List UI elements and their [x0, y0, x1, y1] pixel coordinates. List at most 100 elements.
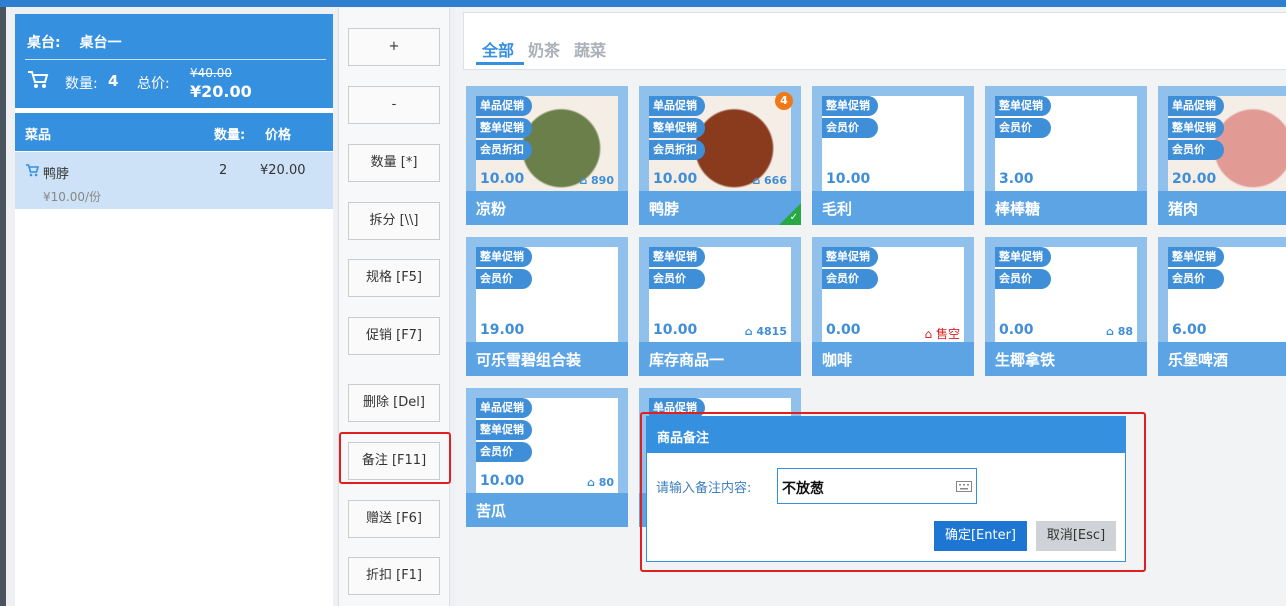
stock-count: ⌂ 4815	[745, 325, 787, 338]
product-name: 库存商品一	[639, 342, 801, 376]
product-name: 可乐雪碧组合装	[466, 342, 628, 376]
note-input[interactable]: 不放葱	[777, 468, 977, 504]
item-price: ¥20.00	[260, 163, 306, 178]
category-tabs: 全部 奶茶 蔬菜	[463, 12, 1286, 70]
promo-tags: 整单促销 会员价	[476, 247, 532, 291]
keyboard-icon[interactable]	[956, 481, 972, 492]
cart-icon	[26, 164, 39, 177]
product-name: 生椰拿铁	[985, 342, 1147, 376]
promo-tags: 整单促销 会员价	[822, 247, 878, 291]
product-price: 20.00	[1172, 171, 1217, 187]
promo-button[interactable]: 促销 [F7]	[348, 317, 440, 355]
item-qty: 2	[219, 163, 228, 178]
order-item-row[interactable]: 鸭脖 2 ¥20.00 ¥10.00/份	[15, 152, 333, 209]
stock-value: 80	[598, 476, 614, 489]
product-card[interactable]: 单品促销 整单促销 会员价 10.00 ⌂ 80 苦瓜	[466, 388, 628, 527]
note-input-value: 不放葱	[782, 481, 824, 497]
table-name: 桌台一	[79, 35, 122, 51]
promo-tag: 整单促销	[476, 118, 532, 138]
stock-count: ⌂ 890	[579, 174, 614, 187]
promo-tag: 会员价	[995, 118, 1051, 138]
tab-milk-tea[interactable]: 奶茶	[528, 37, 560, 61]
stock-value: 890	[591, 174, 614, 187]
stock-count: ⌂ 666	[752, 174, 787, 187]
item-name: 鸭脖	[43, 167, 70, 182]
promo-tag: 会员价	[1168, 269, 1224, 289]
gift-button[interactable]: 赠送 [F6]	[348, 500, 440, 538]
promo-tag: 会员折扣	[649, 140, 705, 160]
promo-tags: 整单促销 会员价	[649, 247, 705, 291]
promo-tag: 单品促销	[476, 398, 532, 418]
minus-button[interactable]: -	[348, 86, 440, 124]
tab-indicator	[476, 62, 524, 65]
product-card[interactable]: 整单促销 会员价 10.00 毛利	[812, 86, 974, 225]
stock-value: 4815	[756, 325, 787, 338]
item-unit-price: ¥10.00/份	[43, 190, 102, 204]
tab-all[interactable]: 全部	[482, 37, 514, 61]
plus-button[interactable]: +	[348, 28, 440, 66]
product-card[interactable]: 整单促销 会员价 10.00 ⌂ 4815 库存商品一	[639, 237, 801, 376]
promo-tags: 单品促销 整单促销 会员折扣	[476, 96, 532, 162]
product-price: 10.00	[653, 322, 698, 338]
product-name: 凉粉	[466, 191, 628, 225]
promo-tag: 会员价	[476, 442, 532, 462]
product-price: 0.00	[999, 322, 1034, 338]
product-name: 乐堡啤酒	[1158, 342, 1286, 376]
promo-tag: 整单促销	[995, 247, 1051, 267]
delete-button[interactable]: 删除 [Del]	[348, 384, 440, 422]
left-edge	[0, 7, 6, 606]
promo-tags: 单品促销整单促销会员价	[476, 398, 532, 464]
product-card[interactable]: 单品促销 整单促销 会员折扣 10.00 ⌂ 666 鸭脖 4 ✓	[639, 86, 801, 225]
qty-value: 4	[108, 72, 119, 90]
stock-value: 88	[1117, 325, 1133, 338]
promo-tags: 单品促销 整单促销 会员折扣	[649, 96, 705, 162]
tab-vegetables[interactable]: 蔬菜	[574, 37, 606, 61]
promo-tag: 整单促销	[649, 247, 705, 267]
promo-tags: 整单促销 会员价	[822, 96, 878, 140]
product-price: 3.00	[999, 171, 1034, 187]
cancel-button[interactable]: 取消[Esc]	[1036, 521, 1116, 551]
discount-button[interactable]: 折扣 [F1]	[348, 557, 440, 595]
product-card[interactable]: 整单促销 会员价 6.00 乐堡啤酒	[1158, 237, 1286, 376]
note-dialog: 商品备注 请输入备注内容: 不放葱 确定[Enter] 取消[Esc]	[646, 416, 1126, 562]
promo-tag: 会员价	[822, 118, 878, 138]
order-list-header: 菜品 数量: 价格	[15, 113, 333, 151]
product-card[interactable]: 整单促销 会员价 19.00 可乐雪碧组合装	[466, 237, 628, 376]
spec-button[interactable]: 规格 [F5]	[348, 259, 440, 297]
divider	[25, 59, 326, 60]
note-prompt: 请输入备注内容:	[656, 481, 752, 496]
promo-tag: 整单促销	[476, 420, 532, 440]
promo-tags: 整单促销 会员价	[995, 96, 1051, 140]
quantity-button[interactable]: 数量 [*]	[348, 144, 440, 182]
confirm-button[interactable]: 确定[Enter]	[934, 521, 1027, 551]
cart-icon	[28, 71, 49, 88]
col-qty: 数量:	[214, 128, 246, 143]
promo-tag: 会员价	[476, 269, 532, 289]
promo-tag: 会员价	[649, 269, 705, 289]
total-price: ¥20.00	[190, 82, 252, 101]
product-card[interactable]: 整单促销 会员价 0.00 ⌂ 售空 咖啡	[812, 237, 974, 376]
promo-tag: 整单促销	[995, 96, 1051, 116]
stock-icon: ⌂	[579, 174, 588, 187]
split-button[interactable]: 拆分 [\\]	[348, 202, 440, 240]
product-card[interactable]: 单品促销 整单促销 会员折扣 10.00 ⌂ 890 凉粉	[466, 86, 628, 225]
product-price: 10.00	[653, 171, 698, 187]
product-name: 苦瓜	[466, 493, 628, 527]
stock-count: ⌂ 88	[1106, 325, 1133, 338]
product-card[interactable]: 整单促销 会员价 0.00 ⌂ 88 生椰拿铁	[985, 237, 1147, 376]
product-card[interactable]: 单品促销 整单促销 会员价 20.00 猪肉	[1158, 86, 1286, 225]
dialog-title: 商品备注	[647, 417, 1125, 453]
count-badge: 4	[775, 92, 793, 110]
order-panel: 桌台: 桌台一 数量: 4 总价: ¥40.00 ¥20.00 菜品 数量: 价…	[15, 14, 333, 606]
promo-tags: 整单促销 会员价	[1168, 247, 1224, 291]
promo-tag: 会员价	[995, 269, 1051, 289]
total-label: 总价:	[137, 76, 170, 92]
promo-tag: 会员折扣	[476, 140, 532, 160]
product-price: 0.00	[826, 322, 861, 338]
product-card[interactable]: 整单促销 会员价 3.00 棒棒糖	[985, 86, 1147, 225]
stock-icon: ⌂	[586, 476, 595, 489]
promo-tag: 单品促销	[1168, 96, 1224, 116]
product-price: 6.00	[1172, 322, 1207, 338]
promo-tag: 单品促销	[476, 96, 532, 116]
note-highlight	[339, 432, 451, 484]
